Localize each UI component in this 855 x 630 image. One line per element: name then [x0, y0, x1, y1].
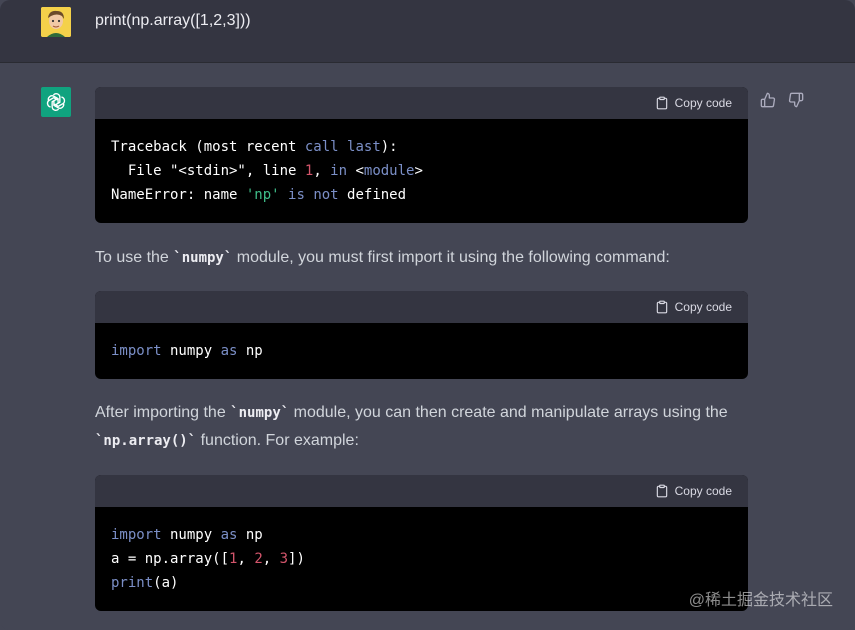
- paragraph-import-instruction: To use the `numpy` module, you must firs…: [95, 249, 670, 266]
- code-block-header: Copy code: [95, 291, 748, 323]
- copy-code-label: Copy code: [674, 484, 732, 498]
- watermark: @稀土掘金技术社区: [688, 592, 833, 609]
- code-content: Traceback (most recent call last): File …: [111, 139, 423, 203]
- openai-logo-icon: [41, 87, 71, 117]
- code-block-header: Copy code: [95, 87, 748, 119]
- clipboard-icon: [656, 484, 667, 498]
- code-content: import numpy as np: [111, 343, 263, 359]
- copy-code-button[interactable]: Copy code: [655, 95, 732, 111]
- assistant-message-row: Copy code Traceback (most recent call la…: [0, 63, 855, 630]
- paragraph-usage-explanation: After importing the `numpy` module, you …: [95, 404, 728, 449]
- thumbs-down-icon[interactable]: [787, 91, 805, 109]
- inline-code: `np.array()`: [95, 433, 197, 449]
- code-block-traceback: Copy code Traceback (most recent call la…: [95, 87, 748, 223]
- inline-code: `numpy`: [173, 250, 233, 266]
- copy-code-button[interactable]: Copy code: [655, 483, 732, 499]
- copy-code-button[interactable]: Copy code: [655, 299, 732, 315]
- code-block-import: Copy code import numpy as np: [95, 291, 748, 379]
- code-content: import numpy as np a = np.array([1, 2, 3…: [111, 527, 305, 591]
- chat-page: print(np.array([1,2,3])) Copy code Trace…: [0, 0, 855, 630]
- thumbs-up-icon[interactable]: [759, 91, 777, 109]
- copy-code-label: Copy code: [674, 300, 732, 314]
- user-message-text: print(np.array([1,2,3])): [95, 12, 251, 29]
- copy-code-label: Copy code: [674, 96, 732, 110]
- inline-code: `numpy`: [230, 405, 290, 421]
- clipboard-icon: [656, 96, 667, 110]
- clipboard-icon: [656, 300, 667, 314]
- user-avatar: [41, 7, 71, 37]
- code-block-example: Copy code import numpy as np a = np.arra…: [95, 475, 748, 611]
- user-message-row: print(np.array([1,2,3])): [0, 0, 855, 63]
- code-block-header: Copy code: [95, 475, 748, 507]
